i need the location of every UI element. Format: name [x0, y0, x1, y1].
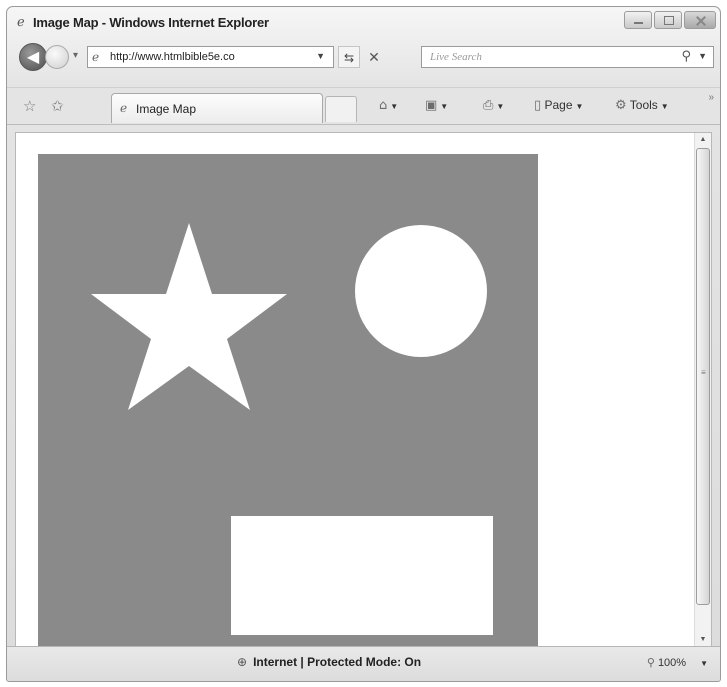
tools-menu-label: Tools [629, 98, 658, 112]
scroll-thumb[interactable]: ≡ [696, 148, 710, 605]
security-zone[interactable]: ⊕ Internet | Protected Mode: On [237, 655, 421, 669]
address-bar[interactable]: ℯ http://www.htmlbible5e.co ▼ [87, 46, 334, 68]
status-bar: ⊕ Internet | Protected Mode: On ⚲ 100% ▼ [7, 646, 720, 681]
search-box[interactable]: Live Search ⚲ ▼ [421, 46, 714, 68]
tools-icon: ⚙ [615, 98, 627, 113]
scroll-up-icon[interactable]: ▲ [695, 133, 711, 147]
search-options-dropdown[interactable]: ▼ [698, 51, 707, 61]
minimize-button[interactable] [624, 11, 652, 29]
forward-button[interactable] [45, 45, 69, 69]
globe-icon: ⊕ [237, 655, 248, 669]
stop-button[interactable]: ✕ [363, 46, 385, 68]
home-icon: ⌂ [379, 98, 388, 113]
new-tab-button[interactable] [325, 96, 357, 122]
star-hotspot[interactable] [91, 223, 287, 410]
zoom-level: 100% [657, 657, 687, 669]
toolbar-overflow-icon[interactable]: » [708, 92, 714, 103]
page-menu[interactable]: ▯ Page ▼ [534, 98, 583, 113]
address-input[interactable]: http://www.htmlbible5e.co [110, 51, 290, 63]
zoom-icon: ⚲ [646, 656, 655, 669]
tools-menu[interactable]: ⚙ Tools ▼ [615, 98, 669, 113]
back-icon: ◀ [26, 47, 40, 66]
page-content: ▲ ≡ ▼ [15, 132, 712, 648]
favorites-star-icon[interactable]: ☆ [23, 97, 36, 115]
ie-icon: ℯ [17, 15, 25, 30]
tab-image-map[interactable]: ℯ Image Map [111, 93, 323, 123]
address-dropdown-icon[interactable]: ▼ [316, 51, 325, 61]
home-button[interactable]: ⌂ ▼ [379, 98, 398, 113]
stop-icon: ✕ [368, 49, 380, 65]
zoom-control[interactable]: ⚲ 100% ▼ [647, 656, 708, 669]
image-map [38, 154, 538, 647]
vertical-scrollbar[interactable]: ▲ ≡ ▼ [694, 133, 711, 647]
refresh-icon: ⇆ [343, 51, 355, 65]
recent-pages-dropdown[interactable]: ▾ [73, 50, 78, 61]
add-favorites-icon[interactable]: ✩ [51, 97, 64, 115]
print-icon: ⎙ [483, 98, 494, 113]
page-icon: ▯ [534, 98, 542, 113]
feeds-button[interactable]: ▣ ▼ [425, 98, 448, 113]
print-button[interactable]: ⎙ ▼ [483, 98, 504, 113]
close-button[interactable] [684, 11, 716, 29]
navigation-bar: ◀ ▾ ℯ http://www.htmlbible5e.co ▼ ⇆ ✕ Li… [7, 41, 720, 73]
refresh-button[interactable]: ⇆ [338, 46, 360, 68]
feeds-icon: ▣ [425, 98, 438, 113]
back-button[interactable]: ◀ [19, 43, 47, 71]
rectangle-hotspot[interactable] [231, 516, 493, 635]
search-input[interactable]: Live Search [430, 51, 482, 63]
scroll-grip-icon: ≡ [701, 368, 706, 377]
command-bar: ☆ ✩ ℯ Image Map ⌂ ▼ ▣ ▼ ⎙ ▼ ▯ Page ▼ ⚙ Tools… [7, 87, 720, 125]
search-icon[interactable]: ⚲ [681, 49, 691, 64]
title-bar: ℯ Image Map - Windows Internet Explorer [7, 7, 720, 37]
tab-favicon-icon: ℯ [120, 101, 128, 115]
window-controls [624, 11, 716, 29]
tab-label: Image Map [136, 102, 197, 116]
security-zone-label: Internet | Protected Mode: On [253, 655, 422, 669]
browser-window: ℯ Image Map - Windows Internet Explorer … [6, 6, 721, 682]
window-title: Image Map - Windows Internet Explorer [33, 15, 269, 30]
page-favicon-icon: ℯ [92, 50, 100, 64]
image-map-shapes [91, 223, 493, 635]
page-menu-label: Page [544, 98, 573, 112]
scroll-down-icon[interactable]: ▼ [695, 633, 711, 647]
maximize-button[interactable] [654, 11, 682, 29]
circle-hotspot[interactable] [355, 225, 487, 357]
